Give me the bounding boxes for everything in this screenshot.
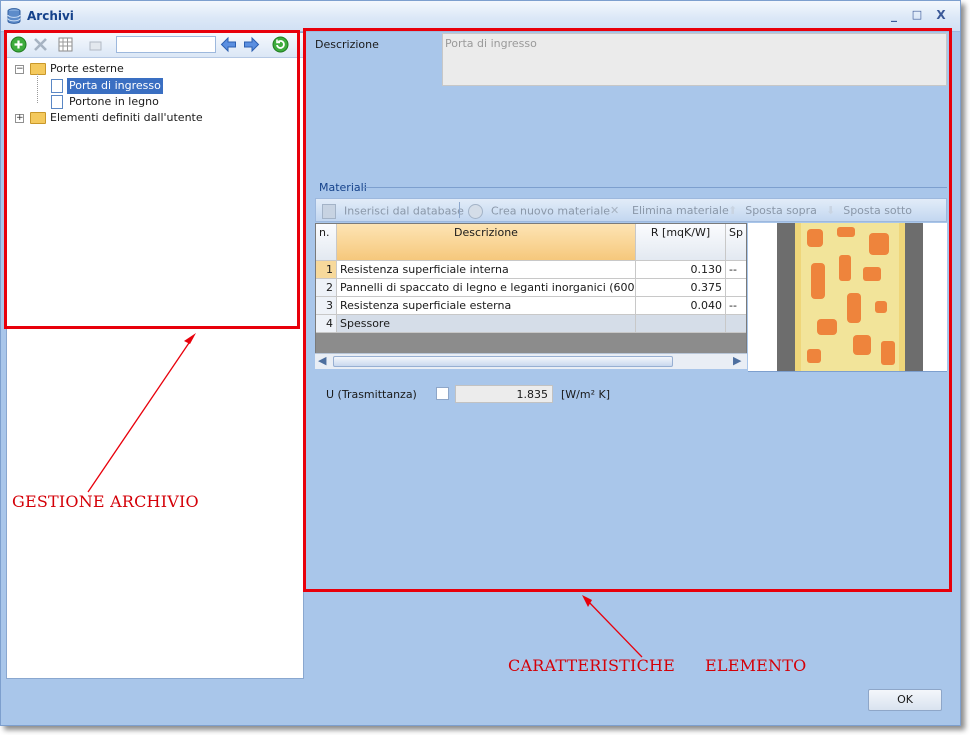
annotation-archive-management: GESTIONE ARCHIVIO (12, 492, 199, 511)
annotation-element-characteristics: CARATTERISTICHE (508, 656, 676, 675)
annotation-element: ELEMENTO (705, 656, 807, 675)
annotation-arrows (87, 333, 643, 658)
